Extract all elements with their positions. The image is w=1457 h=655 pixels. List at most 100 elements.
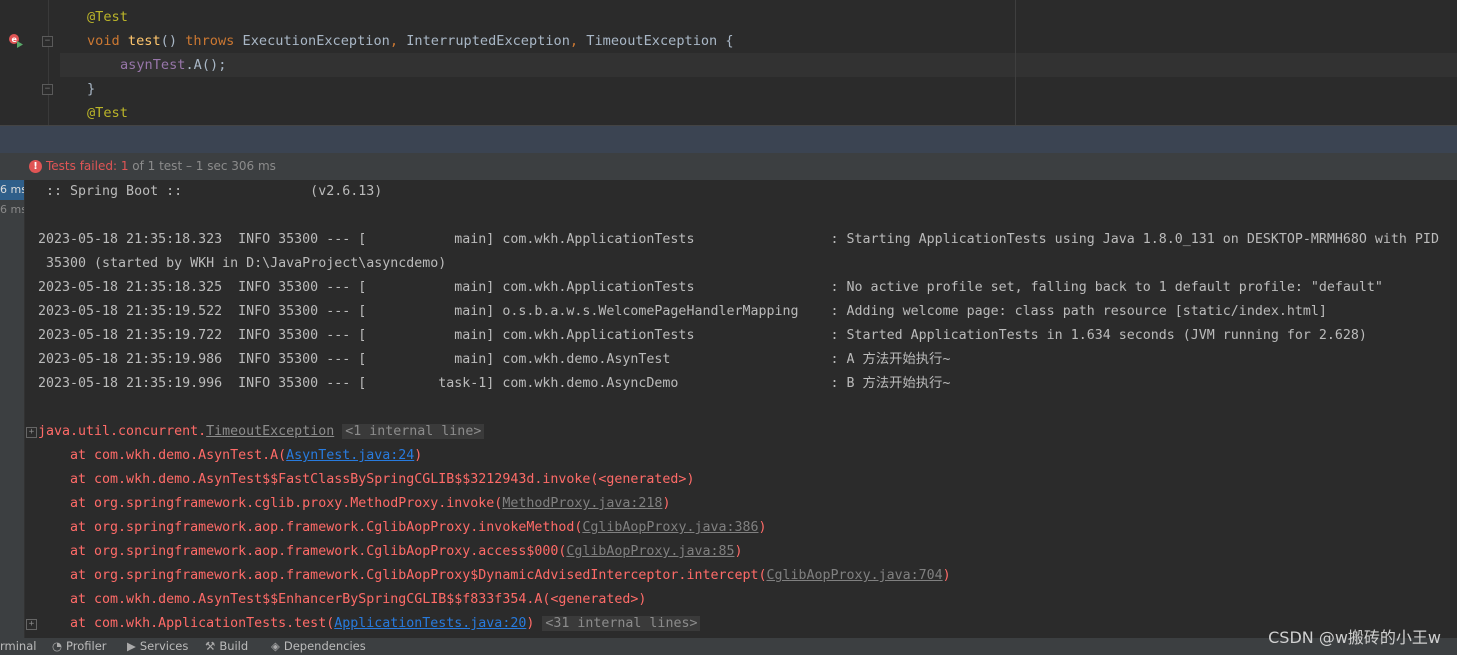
console-line: at org.springframework.aop.framework.Cgl… xyxy=(38,516,767,540)
source-link[interactable]: CglibAopProxy.java:386 xyxy=(582,520,758,535)
code-line: @Test xyxy=(87,5,128,29)
tool-window-rminal[interactable]: rminal xyxy=(0,639,36,653)
code-token: throws xyxy=(185,33,243,49)
console-text: at com.wkh.demo.AsynTest.A( xyxy=(38,448,287,463)
code-token: () xyxy=(160,33,186,49)
console-text: 2023-05-18 21:35:19.722 INFO 35300 --- [… xyxy=(38,328,1367,343)
code-token: TimeoutException { xyxy=(586,33,734,49)
status-label: Tests failed: xyxy=(46,159,121,173)
status-detail: of 1 test – 1 sec 306 ms xyxy=(128,159,276,173)
tool-window-label: Dependencies xyxy=(283,639,366,653)
console-line: at com.wkh.demo.AsynTest$$EnhancerBySpri… xyxy=(38,588,646,612)
console-line: at org.springframework.aop.framework.Cgl… xyxy=(38,564,951,588)
error-icon: ! xyxy=(29,160,42,173)
console-line: 2023-05-18 21:35:18.325 INFO 35300 --- [… xyxy=(38,276,1383,300)
console-text: at org.springframework.cglib.proxy.Metho… xyxy=(38,496,503,511)
source-link[interactable]: ApplicationTests.java:20 xyxy=(334,616,526,631)
run-test-failed-icon[interactable]: e xyxy=(8,33,24,49)
console-line: at com.wkh.demo.AsynTest.A(AsynTest.java… xyxy=(38,444,422,468)
tool-window-services[interactable]: ▶ Services xyxy=(127,639,188,653)
console-line: at com.wkh.ApplicationTests.test(Applica… xyxy=(38,612,701,636)
console-text: ) xyxy=(414,448,423,463)
svg-text:e: e xyxy=(12,35,18,44)
console-line: java.util.concurrent.TimeoutException <1… xyxy=(38,420,485,444)
tool-window-dependencies[interactable]: ◈ Dependencies xyxy=(271,639,366,653)
tool-window-profiler[interactable]: ◔ Profiler xyxy=(52,639,107,653)
fold-marker-icon[interactable]: − xyxy=(42,84,53,95)
source-link[interactable]: CglibAopProxy.java:704 xyxy=(767,568,943,583)
code-token: .A(); xyxy=(185,57,227,73)
code-token: void xyxy=(87,33,128,49)
dependencies-icon: ◈ xyxy=(271,639,280,653)
code-token: } xyxy=(87,81,96,97)
code-token: @Test xyxy=(87,9,128,25)
console-text: at org.springframework.aop.framework.Cgl… xyxy=(38,520,583,535)
tool-window-label: Services xyxy=(139,639,189,653)
console-text: 2023-05-18 21:35:19.522 INFO 35300 --- [… xyxy=(38,304,1327,319)
internal-lines-toggle[interactable]: <31 internal lines> xyxy=(542,616,701,631)
console-text: :: Spring Boot :: (v2.6.13) xyxy=(38,184,383,199)
console-text: 2023-05-18 21:35:19.996 INFO 35300 --- [… xyxy=(38,376,951,391)
code-token: ExecutionException xyxy=(242,33,390,49)
console-output[interactable]: :: Spring Boot :: (v2.6.13)2023-05-18 21… xyxy=(25,180,1457,638)
code-editor[interactable]: e − − @Test void test() throws ExecutionE… xyxy=(0,0,1457,125)
right-margin-guide xyxy=(1015,0,1016,125)
code-token: InterruptedException xyxy=(406,33,570,49)
console-text: 2023-05-18 21:35:18.325 INFO 35300 --- [… xyxy=(38,280,1383,295)
hammer-icon: ⚒ xyxy=(205,639,216,653)
code-token: @Test xyxy=(87,105,128,121)
console-line: 2023-05-18 21:35:19.522 INFO 35300 --- [… xyxy=(38,300,1327,324)
internal-lines-toggle[interactable]: <1 internal line> xyxy=(342,424,485,439)
console-text: at org.springframework.aop.framework.Cgl… xyxy=(38,568,767,583)
panel-splitter[interactable] xyxy=(0,125,1457,153)
console-text: ) xyxy=(662,496,671,511)
console-line: 2023-05-18 21:35:19.986 INFO 35300 --- [… xyxy=(38,348,950,372)
console-line: 2023-05-18 21:35:18.323 INFO 35300 --- [… xyxy=(38,228,1439,252)
source-link[interactable]: MethodProxy.java:218 xyxy=(502,496,662,511)
console-line: at org.springframework.cglib.proxy.Metho… xyxy=(38,492,670,516)
tool-window-label: Build xyxy=(219,639,249,653)
expand-icon[interactable]: + xyxy=(26,619,37,630)
console-text: at org.springframework.aop.framework.Cgl… xyxy=(38,544,567,559)
console-line: :: Spring Boot :: (v2.6.13) xyxy=(38,180,382,204)
test-tree-item[interactable]: 6 ms xyxy=(0,180,24,200)
expand-icon[interactable]: + xyxy=(26,427,37,438)
source-link[interactable]: TimeoutException xyxy=(206,424,334,439)
console-text: at com.wkh.demo.AsynTest$$FastClassBySpr… xyxy=(38,472,695,487)
console-text: ) xyxy=(526,616,543,631)
code-line: asynTest.A(); xyxy=(120,53,226,77)
console-text: 2023-05-18 21:35:18.323 INFO 35300 --- [… xyxy=(38,232,1439,247)
profiler-icon: ◔ xyxy=(52,639,63,653)
console-text: ) xyxy=(942,568,951,583)
console-text: ) xyxy=(734,544,743,559)
code-line: } xyxy=(87,77,95,101)
code-token: asynTest xyxy=(120,57,186,73)
fold-marker-icon[interactable]: − xyxy=(42,36,53,47)
code-token: test xyxy=(127,33,161,49)
console-line: 2023-05-18 21:35:19.996 INFO 35300 --- [… xyxy=(38,372,950,396)
gutter-divider xyxy=(48,0,49,125)
code-line: void test() throws ExecutionException, I… xyxy=(87,29,734,53)
services-icon: ▶ xyxy=(127,639,136,653)
current-line-highlight xyxy=(60,53,1457,77)
test-tree-item[interactable]: 6 ms xyxy=(0,200,24,220)
console-line: at com.wkh.demo.AsynTest$$FastClassBySpr… xyxy=(38,468,694,492)
tool-window-label: rminal xyxy=(0,639,37,653)
code-line: @Test xyxy=(87,101,128,125)
test-status-bar: ! Tests failed: 1 of 1 test – 1 sec 306 … xyxy=(0,153,1457,180)
tool-window-label: Profiler xyxy=(66,639,107,653)
console-text: java.util.concurrent. xyxy=(38,424,207,439)
source-link[interactable]: CglibAopProxy.java:85 xyxy=(566,544,734,559)
test-tree[interactable]: 6 ms 6 ms xyxy=(0,180,25,638)
console-line: at org.springframework.aop.framework.Cgl… xyxy=(38,540,743,564)
watermark: CSDN @w搬砖的小王w xyxy=(1268,628,1441,647)
bottom-tool-window-bar: rminal ◔ Profiler ▶ Services ⚒ Build ◈ Dependenc… xyxy=(0,638,1457,655)
code-token: , xyxy=(569,33,587,49)
tool-window-build[interactable]: ⚒ Build xyxy=(205,639,248,653)
console-text: 2023-05-18 21:35:19.986 INFO 35300 --- [… xyxy=(38,352,951,367)
console-text: at com.wkh.ApplicationTests.test( xyxy=(38,616,335,631)
source-link[interactable]: AsynTest.java:24 xyxy=(286,448,414,463)
console-line: 2023-05-18 21:35:19.722 INFO 35300 --- [… xyxy=(38,324,1367,348)
console-line: 35300 (started by WKH in D:\JavaProject\… xyxy=(38,252,446,276)
console-text: 35300 (started by WKH in D:\JavaProject\… xyxy=(38,256,447,271)
